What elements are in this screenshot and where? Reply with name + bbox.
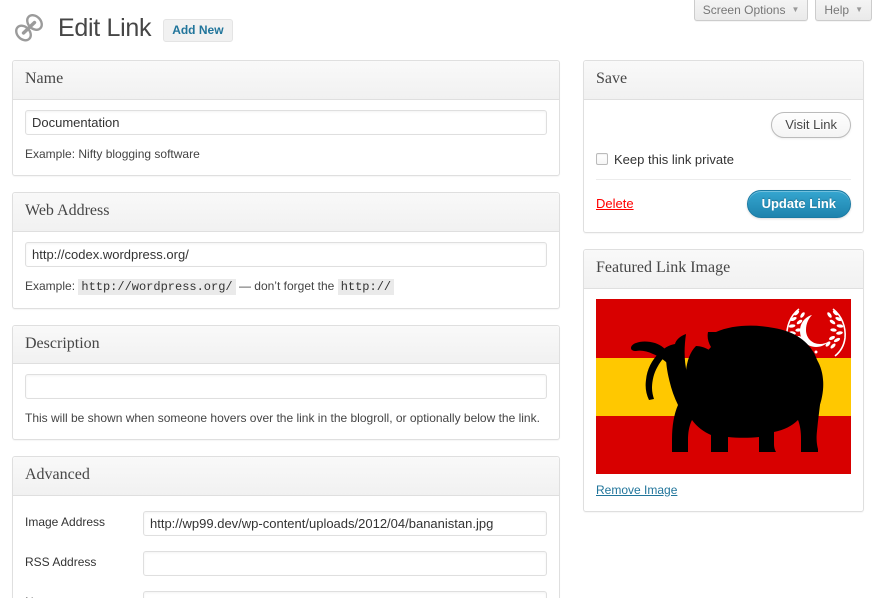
main-column: Name Example: Nifty blogging software We… <box>12 60 560 598</box>
panel-description-heading: Description <box>13 325 559 365</box>
chain-link-icon <box>12 11 46 45</box>
hint-code-scheme: http:// <box>337 278 395 295</box>
bananistan-flag-image <box>596 298 851 474</box>
notes-label: Notes <box>25 586 143 598</box>
link-url-hint: Example: http://wordpress.org/ — don’t f… <box>25 277 547 296</box>
panel-featured-link-image: Featured Link Image Remove Image <box>583 248 864 512</box>
update-link-button[interactable]: Update Link <box>746 189 851 218</box>
panel-name-body: Example: Nifty blogging software <box>13 100 559 175</box>
chevron-down-icon: ▼ <box>855 5 863 14</box>
rss-address-label: RSS Address <box>25 555 97 570</box>
keep-private-label[interactable]: Keep this link private <box>614 152 734 167</box>
screen-options-button[interactable]: Screen Options ▼ <box>693 0 809 21</box>
advanced-form-table: Image Address RSS Address Notes <box>25 506 547 598</box>
link-url-input[interactable] <box>25 241 547 267</box>
chain-link-icon-svg <box>15 14 43 42</box>
hint-code-example: http://wordpress.org/ <box>78 278 236 295</box>
panel-advanced-heading: Advanced <box>13 457 559 497</box>
table-row: RSS Address <box>25 546 547 586</box>
panel-save: Save Visit Link Keep this link private D… <box>583 60 864 233</box>
link-name-input[interactable] <box>25 109 547 135</box>
rss-address-input[interactable] <box>143 551 547 577</box>
keep-private-checkbox[interactable] <box>596 153 608 166</box>
notes-textarea[interactable] <box>143 591 547 598</box>
panel-featured-image-heading: Featured Link Image <box>584 249 863 289</box>
save-actions-row: Delete Update Link <box>596 180 851 220</box>
hint-middle: — don’t forget the <box>238 278 335 293</box>
hint-prefix: Example: <box>25 278 76 293</box>
page-title: Edit Link <box>58 13 152 42</box>
screen-meta-links: Screen Options ▼ Help ▼ <box>693 0 872 21</box>
link-name-hint: Example: Nifty blogging software <box>25 146 200 161</box>
panel-web-address: Web Address Example: http://wordpress.or… <box>12 191 560 309</box>
panel-description-body: This will be shown when someone hovers o… <box>13 364 559 439</box>
delete-link[interactable]: Delete <box>596 196 634 211</box>
panel-advanced: Advanced Image Address RSS Address <box>12 456 560 598</box>
screen-options-label: Screen Options <box>702 3 786 17</box>
visit-link-button[interactable]: Visit Link <box>771 111 851 138</box>
panel-web-address-body: Example: http://wordpress.org/ — don’t f… <box>13 232 559 308</box>
page-header: Edit Link Add New <box>12 8 233 48</box>
wordpress-admin-edit-link-screen: Screen Options ▼ Help ▼ Edit Link Add Ne… <box>0 0 880 598</box>
help-label: Help <box>824 3 850 17</box>
panel-advanced-body: Image Address RSS Address Notes <box>13 496 559 598</box>
featured-image-thumbnail[interactable] <box>596 298 851 474</box>
panel-description: Description This will be shown when some… <box>12 324 560 441</box>
chevron-down-icon: ▼ <box>791 5 800 14</box>
private-checkbox-row: Keep this link private <box>596 152 851 180</box>
remove-image-link[interactable]: Remove Image <box>596 483 677 497</box>
table-row: Image Address <box>25 506 547 546</box>
link-description-input[interactable] <box>25 374 547 400</box>
panel-name-heading: Name <box>13 61 559 100</box>
image-address-label: Image Address <box>25 515 106 530</box>
table-row: Notes <box>25 586 547 598</box>
visit-link-row: Visit Link <box>596 110 851 138</box>
help-button[interactable]: Help ▼ <box>815 0 872 21</box>
panel-save-body: Visit Link Keep this link private Delete… <box>584 100 863 232</box>
add-new-button[interactable]: Add New <box>163 18 233 42</box>
link-description-hint: This will be shown when someone hovers o… <box>25 411 540 426</box>
side-column: Save Visit Link Keep this link private D… <box>583 60 864 528</box>
panel-web-address-heading: Web Address <box>13 192 559 232</box>
panel-featured-image-body: Remove Image <box>584 289 863 511</box>
panel-name: Name Example: Nifty blogging software <box>12 60 560 176</box>
image-address-input[interactable] <box>143 511 547 537</box>
panel-save-heading: Save <box>584 61 863 100</box>
